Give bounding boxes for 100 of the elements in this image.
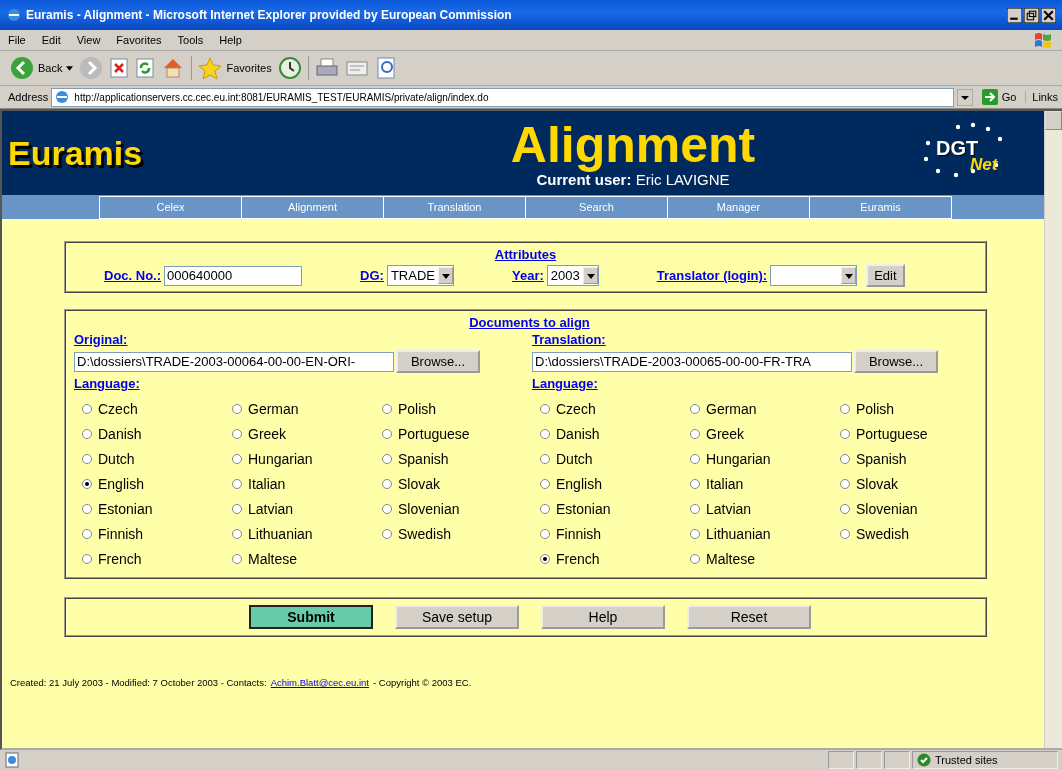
radio-button[interactable] bbox=[82, 428, 92, 439]
action-button[interactable]: Save setup bbox=[395, 605, 519, 629]
language-option[interactable]: Finnish bbox=[98, 525, 144, 542]
language-option[interactable]: Danish bbox=[556, 425, 600, 442]
radio-button[interactable] bbox=[382, 478, 392, 489]
language-option[interactable]: Italian bbox=[248, 475, 286, 492]
radio-button[interactable] bbox=[540, 428, 550, 439]
radio-button[interactable] bbox=[82, 528, 92, 539]
year-link[interactable]: Year: bbox=[511, 268, 544, 283]
language-option[interactable]: Swedish bbox=[398, 525, 451, 542]
radio-button[interactable] bbox=[840, 428, 850, 439]
doc-number-link[interactable]: Doc. No.: bbox=[104, 268, 162, 283]
language-option[interactable]: Slovenian bbox=[398, 500, 460, 517]
language-option[interactable]: Greek bbox=[706, 425, 745, 442]
radio-button[interactable] bbox=[540, 528, 550, 539]
language-option[interactable]: Latvian bbox=[706, 500, 752, 517]
menu-item[interactable]: File bbox=[8, 34, 26, 46]
radio-button[interactable] bbox=[540, 403, 550, 414]
radio-button[interactable] bbox=[232, 403, 242, 414]
radio-button[interactable] bbox=[232, 453, 242, 464]
links-button[interactable]: Links bbox=[1025, 91, 1058, 103]
radio-button[interactable] bbox=[82, 453, 92, 464]
language-option[interactable]: German bbox=[706, 400, 757, 417]
radio-button[interactable] bbox=[690, 453, 700, 464]
language-option[interactable]: Greek bbox=[248, 425, 287, 442]
radio-button[interactable] bbox=[540, 503, 550, 514]
translator-link[interactable]: Translator (login): bbox=[656, 268, 768, 283]
radio-button[interactable] bbox=[690, 428, 700, 439]
language-option[interactable]: Portuguese bbox=[856, 425, 928, 442]
radio-button[interactable] bbox=[82, 478, 92, 489]
language-option[interactable]: English bbox=[556, 475, 602, 492]
year-select[interactable]: 2003 bbox=[546, 265, 599, 286]
menu-item[interactable]: Favorites bbox=[116, 34, 162, 46]
language-option[interactable]: French bbox=[98, 550, 142, 567]
radio-button[interactable] bbox=[232, 478, 242, 489]
menu-item[interactable]: Tools bbox=[177, 34, 204, 46]
back-button[interactable]: Back bbox=[10, 56, 74, 80]
language-option[interactable]: Polish bbox=[856, 400, 895, 417]
file-path-field[interactable]: D:\dossiers\TRADE-2003-00064-00-00-EN-ORI- bbox=[74, 351, 394, 372]
favorites-button[interactable]: Favorites bbox=[198, 56, 272, 80]
radio-button[interactable] bbox=[540, 453, 550, 464]
file-path-field[interactable]: D:\dossiers\TRADE-2003-00065-00-00-FR-TRA bbox=[532, 351, 852, 372]
browse-button[interactable]: Browse... bbox=[396, 350, 480, 373]
email-link[interactable]: Achim.Blatt@cec.eu.int bbox=[270, 677, 369, 688]
scrollbar[interactable] bbox=[1044, 111, 1062, 748]
action-button[interactable]: Reset bbox=[687, 605, 811, 629]
radio-button[interactable] bbox=[382, 428, 392, 439]
language-link[interactable]: Language: bbox=[532, 376, 598, 391]
radio-button[interactable] bbox=[382, 528, 392, 539]
radio-button[interactable] bbox=[690, 503, 700, 514]
language-option[interactable]: Spanish bbox=[856, 450, 907, 467]
action-button[interactable]: Submit bbox=[249, 605, 373, 629]
radio-button[interactable] bbox=[82, 503, 92, 514]
minimize-icon[interactable] bbox=[1007, 7, 1022, 23]
radio-button[interactable] bbox=[690, 553, 700, 564]
language-option[interactable]: Lithuanian bbox=[248, 525, 313, 542]
language-option[interactable]: Slovak bbox=[856, 475, 899, 492]
radio-button[interactable] bbox=[232, 503, 242, 514]
language-option[interactable]: Dutch bbox=[98, 450, 135, 467]
documents-link[interactable]: Documents to align bbox=[469, 315, 590, 330]
language-option[interactable]: Estonian bbox=[98, 500, 153, 517]
language-option[interactable]: Maltese bbox=[248, 550, 298, 567]
language-option[interactable]: Slovenian bbox=[856, 500, 918, 517]
refresh-icon[interactable] bbox=[135, 58, 156, 78]
language-option[interactable]: Slovak bbox=[398, 475, 441, 492]
language-option[interactable]: Hungarian bbox=[706, 450, 771, 467]
radio-button[interactable] bbox=[232, 528, 242, 539]
language-option[interactable]: Czech bbox=[556, 400, 596, 417]
address-field[interactable]: http://applicationservers.cc.cec.eu.int:8081/EURAMIS_TEST/EURAMIS/private/align/index.do bbox=[51, 87, 954, 107]
language-option[interactable]: Estonian bbox=[556, 500, 611, 517]
radio-button[interactable] bbox=[382, 453, 392, 464]
radio-button[interactable] bbox=[382, 403, 392, 414]
restore-icon[interactable] bbox=[1024, 7, 1039, 23]
stop-icon[interactable] bbox=[109, 58, 130, 78]
language-option[interactable]: Italian bbox=[706, 475, 744, 492]
language-option[interactable]: Dutch bbox=[556, 450, 593, 467]
radio-button[interactable] bbox=[82, 553, 92, 564]
radio-button[interactable] bbox=[540, 553, 550, 564]
radio-button[interactable] bbox=[540, 478, 550, 489]
caret-icon[interactable] bbox=[66, 65, 74, 71]
language-option[interactable]: English bbox=[98, 475, 144, 492]
radio-button[interactable] bbox=[690, 528, 700, 539]
dropdown-icon[interactable] bbox=[956, 88, 973, 106]
file-label-link[interactable]: Translation: bbox=[532, 332, 606, 347]
language-option[interactable]: Danish bbox=[98, 425, 142, 442]
radio-button[interactable] bbox=[382, 503, 392, 514]
edit-button[interactable]: Edit bbox=[866, 264, 905, 287]
menu-item[interactable]: Edit bbox=[41, 34, 61, 46]
language-option[interactable]: Latvian bbox=[248, 500, 294, 517]
language-link[interactable]: Language: bbox=[74, 376, 140, 391]
dg-link[interactable]: DG: bbox=[360, 268, 384, 283]
radio-button[interactable] bbox=[840, 453, 850, 464]
doc-number-field[interactable]: 000640000 bbox=[164, 265, 303, 286]
action-button[interactable]: Help bbox=[541, 605, 665, 629]
radio-button[interactable] bbox=[82, 403, 92, 414]
browse-button[interactable]: Browse... bbox=[854, 350, 938, 373]
language-option[interactable]: Lithuanian bbox=[706, 525, 771, 542]
file-label-link[interactable]: Original: bbox=[74, 332, 128, 347]
language-option[interactable]: Polish bbox=[398, 400, 437, 417]
translator-select[interactable] bbox=[770, 265, 858, 286]
